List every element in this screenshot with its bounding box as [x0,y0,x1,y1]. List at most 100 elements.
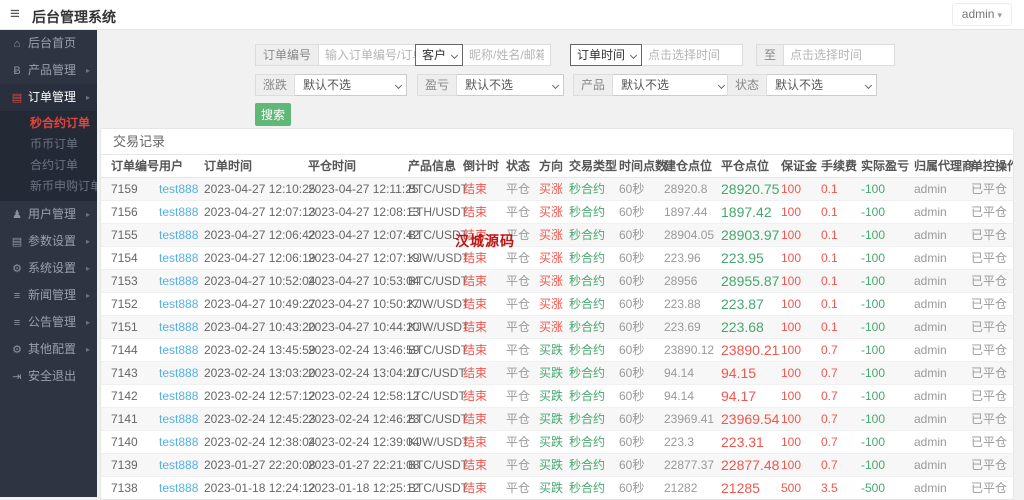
sidebar-subitem-new-coin-orders[interactable]: 新币申购订单 [0,176,97,197]
sidebar-item-news[interactable]: ≡ 新闻管理 ▸ [0,282,97,309]
cell-user[interactable]: test888 [159,384,204,407]
cell-user[interactable]: test888 [159,361,204,384]
cell-user[interactable]: test888 [159,453,204,476]
time-to-input[interactable] [784,44,896,66]
cell-close_time: 2023-02-24 12:39:04 [308,434,420,449]
updown-select[interactable]: 默认不选 [295,74,408,96]
cell-open_price: 28920.8 [664,181,708,196]
cell-margin: 100 [781,319,802,334]
chevron-down-icon [394,81,403,90]
cell-status: 平仓 [506,481,531,495]
cell-agent: admin [914,273,947,288]
admin-user-label: admin [961,7,995,21]
cell-action: 已平仓 [971,297,1008,311]
chevron-down-icon [450,51,459,60]
chevron-right-icon: ▸ [85,345,90,354]
cell-direction: 买跌 [539,458,564,472]
column-header-user: 用户 [159,155,204,178]
cell-close_price: 223.68 [721,318,764,335]
cell-type: 秒合约 [569,297,606,311]
cell-user[interactable]: test888 [159,315,204,338]
cell-open_price: 94.14 [664,365,695,380]
cell-profit: -100 [861,388,886,403]
cell-status: 平仓 [506,389,531,403]
cell-fee: 0.1 [821,227,838,242]
sidebar-item-other[interactable]: ⚙ 其他配置 ▸ [0,336,97,363]
chevron-down-icon [629,51,638,60]
to-label: 至 [756,44,785,66]
cell-action: 已平仓 [971,343,1008,357]
menu-icon[interactable]: ≡ [10,4,20,24]
cell-user[interactable]: test888 [159,200,204,223]
product-select[interactable]: 默认不选 [613,74,731,96]
cell-id: 7156 [111,204,138,219]
cell-close_price: 94.15 [721,364,757,381]
product-filter-group: 产品 默认不选 [573,74,731,96]
admin-user-menu[interactable]: admin ▾ [951,3,1012,26]
customer-type-select[interactable]: 客户 [415,44,464,66]
chevron-down-icon [864,81,873,90]
chevron-right-icon: ▸ [85,318,90,327]
customer-input[interactable] [463,44,552,66]
cell-close_time: 2023-04-27 12:07:19 [308,250,420,265]
sidebar-item-system[interactable]: ⚙ 系统设置 ▸ [0,255,97,282]
cell-close_price: 23969.54 [721,410,780,427]
time-filter-group: 订单时间 至 [570,44,896,66]
cell-user[interactable]: test888 [159,269,204,292]
cell-fee: 0.7 [821,342,838,357]
cell-user[interactable]: test888 [159,476,204,499]
cell-profit: -100 [861,342,886,357]
cell-user[interactable]: test888 [159,430,204,453]
status-select[interactable]: 默认不选 [767,74,878,96]
cell-close_price: 28903.97 [721,226,780,243]
profit-select[interactable]: 默认不选 [457,74,565,96]
cell-product: KJW/USDT [408,434,470,449]
sidebar-item-home[interactable]: ⌂ 后台首页 [0,30,97,57]
cell-product: ETH/USDT [408,204,468,219]
column-header-type: 交易类型 [569,155,619,178]
cell-close_time: 2023-02-24 13:46:59 [308,342,420,357]
search-button[interactable]: 搜索 [255,103,291,126]
sidebar-subitem-contract-orders[interactable]: 合约订单 [0,155,97,176]
cell-user[interactable]: test888 [159,223,204,246]
cell-close_price: 223.87 [721,295,764,312]
column-header-open_time: 订单时间 [204,155,308,178]
sidebar-item-users[interactable]: ♟ 用户管理 ▸ [0,201,97,228]
cell-direction: 买跌 [539,343,564,357]
cell-close_price: 22877.48 [721,456,780,473]
sidebar-item-notice[interactable]: ≡ 公告管理 ▸ [0,309,97,336]
cell-user[interactable]: test888 [159,338,204,361]
cell-user[interactable]: test888 [159,177,204,200]
cell-countdown: 结束 [463,182,488,196]
cell-user[interactable]: test888 [159,292,204,315]
cell-direction: 买跌 [539,412,564,426]
cell-countdown: 结束 [463,343,488,357]
cell-margin: 100 [781,181,802,196]
cell-id: 7153 [111,273,138,288]
sidebar-subitem-second-contract-orders[interactable]: 秒合约订单 [0,113,97,134]
sidebar-item-params[interactable]: ▤ 参数设置 ▸ [0,228,97,255]
table-row: 7159 test888 2023-04-27 12:10:25 2023-04-27… [101,177,1013,200]
cell-action: 已平仓 [971,412,1008,426]
cell-open_time: 2023-01-18 12:24:12 [204,480,316,495]
cell-fee: 0.1 [821,273,838,288]
sidebar-subitem-coin-coin-orders[interactable]: 币币订单 [0,134,97,155]
sidebar-item-orders[interactable]: ▤ 订单管理 ▸ [0,84,97,111]
cell-agent: admin [914,457,947,472]
time-type-select[interactable]: 订单时间 [570,44,643,66]
cell-open_price: 28904.05 [664,227,715,242]
time-from-input[interactable] [642,44,744,66]
cell-open_price: 23890.12 [664,342,715,357]
cell-close_time: 2023-01-27 22:21:08 [308,457,420,472]
sidebar-item-products[interactable]: Ƀ 产品管理 ▸ [0,57,97,84]
cell-type: 秒合约 [569,205,606,219]
column-header-margin: 保证金 [781,155,821,178]
cell-user[interactable]: test888 [159,407,204,430]
cell-margin: 100 [781,250,802,265]
cell-user[interactable]: test888 [159,246,204,269]
list-icon: ≡ [13,317,21,329]
cell-profit: -100 [861,181,886,196]
cell-type: 秒合约 [569,343,606,357]
cell-open_price: 28956 [664,273,698,288]
sidebar-item-logout[interactable]: ⇥ 安全退出 [0,363,97,390]
